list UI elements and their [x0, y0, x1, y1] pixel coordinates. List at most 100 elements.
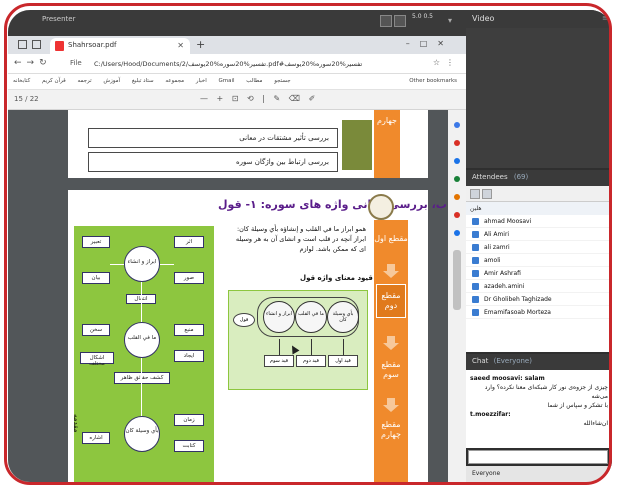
chat-title: Chat — [472, 357, 489, 365]
definition-text: همو ابراز ما في القلب و إنشاؤه بأي وسيلة… — [235, 225, 366, 253]
tab-pdf[interactable]: Shahrsoar.pdf ✕ — [50, 38, 190, 54]
steps-column: مقطع اول مقطع دوم مقطع سوم مقطع چهارم — [374, 220, 408, 482]
map-node: اشاره — [82, 432, 110, 444]
menu-icon[interactable]: ≡ — [602, 14, 608, 22]
arrow-down-icon — [383, 264, 399, 278]
zoom-readout: 5.0 0.5 — [412, 13, 433, 20]
map-node: صور — [174, 272, 204, 284]
bookmark-item[interactable]: مجموعه — [160, 74, 189, 84]
window-controls[interactable]: –□✕ — [406, 39, 454, 48]
app-icon[interactable] — [454, 158, 460, 164]
bookmark-item[interactable]: مطالب — [241, 74, 267, 84]
app-icon[interactable] — [454, 140, 460, 146]
bookmark-item[interactable]: جستجو — [269, 74, 295, 84]
attendee-name: Amir Ashrafi — [484, 270, 521, 277]
attendee-group[interactable]: هلین — [466, 202, 612, 215]
app-icon[interactable] — [454, 194, 460, 200]
map-node: ما في القلب — [124, 322, 160, 358]
bookmark-item[interactable]: اخبار — [191, 74, 212, 84]
app-icon[interactable] — [454, 230, 460, 236]
user-icon[interactable] — [482, 189, 492, 199]
attendee-row[interactable]: azadeh.amini — [466, 280, 612, 293]
window-icon[interactable] — [18, 40, 27, 49]
nav-buttons[interactable]: ←→↻ — [14, 58, 52, 68]
arrow-down-icon — [383, 398, 399, 412]
ornament — [342, 120, 372, 170]
connector — [160, 264, 174, 265]
diagram-root: قول — [233, 313, 255, 327]
map-node: منبع — [174, 324, 204, 336]
page-title: الف و ب، بررسی معانی واژه های سوره: ۱- ق… — [218, 198, 448, 211]
person-icon — [472, 270, 479, 277]
file-label: File — [70, 59, 82, 67]
section-label: جهارم — [374, 110, 400, 178]
pdf-viewport[interactable]: بررسی تأثیر مشتقات در معانی بررسی ارتباط… — [8, 110, 448, 482]
connector — [343, 339, 344, 355]
video-area — [466, 28, 612, 168]
map-node: كشف حقائق ظاهر — [114, 372, 170, 384]
chat-text: ان‌شاء‌الله — [583, 420, 608, 427]
chat-input[interactable] — [468, 450, 608, 464]
attendee-row[interactable]: amoli — [466, 254, 612, 267]
attendee-name: ali zamri — [484, 244, 510, 251]
attendee-row[interactable]: Amir Ashrafi — [466, 267, 612, 280]
step-label: مقطع اول — [374, 234, 408, 243]
chat-scope: (Everyone) — [493, 357, 532, 365]
other-bookmarks[interactable]: Other bookmarks — [404, 74, 462, 84]
attendees-list: هلین ahmad Moosavi Ali Amiri ali zamri a… — [466, 202, 612, 352]
attendees-header: Attendees (69) — [466, 170, 612, 186]
attendee-name: Dr Gholibeh Taghizade — [484, 296, 552, 303]
browser-tools[interactable]: ☆⋮ — [433, 58, 460, 67]
app-icon[interactable] — [454, 176, 460, 182]
step-label: مقطع سوم — [381, 360, 401, 379]
screen: Presenter 5.0 0.5 ▾ Shahrsoar.pdf ✕ + –□… — [8, 10, 612, 482]
bookmark-item[interactable]: ستاد تبلیغ — [127, 74, 159, 84]
shared-browser-window: Presenter 5.0 0.5 ▾ Shahrsoar.pdf ✕ + –□… — [8, 10, 466, 482]
chat-user: saeed moosavi: salam — [470, 375, 545, 382]
map-node: اثر — [174, 236, 204, 248]
presenter-tag: Presenter — [42, 15, 76, 23]
bookmark-item[interactable]: Gmail — [213, 74, 239, 84]
url-input[interactable]: C:/Users/Hood/Documents/تفسیر%20سوره%20ی… — [94, 57, 384, 71]
tab-search-icon[interactable] — [32, 40, 41, 49]
diagram-circle: بأي وسيلة كان — [327, 301, 359, 333]
fullscreen-button[interactable] — [394, 15, 406, 27]
attendee-row[interactable]: ali zamri — [466, 241, 612, 254]
new-tab-button[interactable]: + — [196, 38, 205, 51]
map-node: بیان — [82, 272, 110, 284]
app-icon[interactable] — [454, 212, 460, 218]
person-icon — [472, 283, 479, 290]
list-view-icon[interactable] — [470, 189, 480, 199]
bookmark-item[interactable]: آموزش — [98, 74, 125, 84]
person-icon — [472, 244, 479, 251]
attendees-count: (69) — [513, 173, 529, 181]
side-label: مقدمه — [72, 414, 80, 433]
concept-map: ابراز و انشاء تعبیر بیان اثر انتقال صور … — [72, 226, 214, 482]
app-icon[interactable] — [454, 122, 460, 128]
close-tab-icon[interactable]: ✕ — [177, 41, 184, 50]
person-icon — [472, 231, 479, 238]
step-label-selected: مقطع دوم — [376, 284, 406, 318]
pdf-page-indicator[interactable]: 15 / 22 — [14, 95, 39, 103]
attendee-row[interactable]: Ali Amiri — [466, 228, 612, 241]
connector — [141, 282, 142, 322]
map-node: كتابت — [174, 440, 204, 452]
bookmark-item[interactable]: ترجمه — [73, 74, 97, 84]
attendee-row[interactable]: Dr Gholibeh Taghizade — [466, 293, 612, 306]
attendee-name: amoli — [484, 257, 501, 264]
layout-button[interactable] — [380, 15, 392, 27]
attendee-row[interactable]: Emamifasoab Morteza — [466, 306, 612, 319]
bookmark-item[interactable]: قرآن کریم — [37, 74, 71, 84]
connector — [311, 339, 312, 355]
chat-header: Chat (Everyone) — [466, 354, 612, 370]
bookmarks-bar: کتابخانه قرآن کریم ترجمه آموزش ستاد تبلی… — [8, 74, 466, 90]
chat-recipient[interactable]: Everyone — [466, 466, 612, 482]
connector — [110, 264, 124, 265]
person-icon — [472, 296, 479, 303]
screenshot-frame: Presenter 5.0 0.5 ▾ Shahrsoar.pdf ✕ + –□… — [0, 0, 618, 491]
pdf-tools[interactable]: — + ⊡ ⟲ | ✎ ⌫ ✐ — [200, 94, 318, 103]
attendee-row[interactable]: ahmad Moosavi — [466, 215, 612, 228]
bookmark-item[interactable]: کتابخانه — [8, 74, 35, 84]
step-label: مقطع چهارم — [381, 420, 401, 439]
more-icon[interactable]: ▾ — [448, 16, 452, 25]
